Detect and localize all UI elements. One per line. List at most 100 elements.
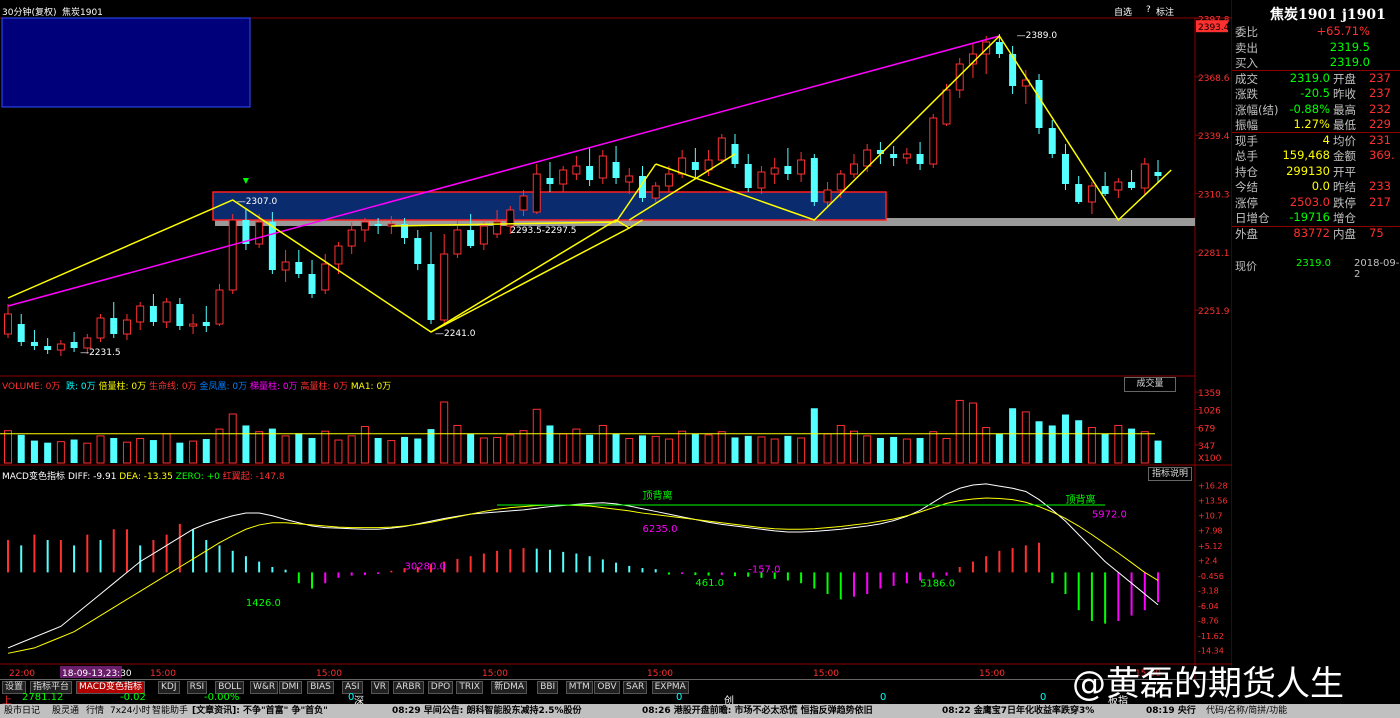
quote-value: 2319.0 — [1289, 70, 1330, 85]
quote-key: 涨停 — [1235, 195, 1258, 210]
quote-key: 成交 — [1235, 71, 1258, 86]
macd-legend-item-0: DIFF: -9.91 — [68, 472, 120, 482]
quote-value-2: 233 — [1369, 179, 1391, 193]
volume-bar — [70, 439, 78, 463]
macd-legend-item-1: DEA: -13.35 — [119, 472, 176, 482]
command-input-hint[interactable]: 代码/名称/简拼/功能 — [1206, 704, 1287, 718]
candle-body — [149, 306, 157, 322]
volume-bar — [17, 434, 25, 463]
volume-bar — [453, 424, 462, 464]
volume-bar — [757, 436, 766, 464]
macd-tick-label-0: +16.28 — [1198, 482, 1228, 491]
candle-body — [347, 229, 356, 247]
quote-key-2: 开平 — [1333, 164, 1356, 179]
quote-key: 总手 — [1235, 149, 1258, 163]
news-0[interactable]: [文章资讯]: 不争"首富" 争"首负" — [192, 704, 328, 718]
quote-row: 涨停 2503.0 跌停 217 — [1235, 195, 1400, 210]
macd-tick-label-7: -3.18 — [1198, 587, 1219, 596]
quote-value: -19716 — [1289, 210, 1330, 224]
indicator-help-button[interactable]: 指标说明 — [1148, 467, 1192, 481]
quote-key: 外盘 — [1235, 226, 1258, 241]
volume-switch-button[interactable]: 成交量 — [1124, 377, 1176, 392]
quote-row: 涨幅(结) -0.88% 最高 232 — [1235, 102, 1400, 117]
status-item-3[interactable]: 7x24小时 — [110, 704, 151, 718]
quote-key-2: 内盘 — [1333, 226, 1356, 241]
volume-bar — [1140, 431, 1149, 464]
volume-bar — [30, 440, 38, 463]
candle-body — [572, 165, 581, 175]
macd-tick-label-4: +5.12 — [1198, 542, 1223, 551]
news-1[interactable]: 08:29 早间公告: 朗科智能股东减持2.5%股份 — [392, 704, 581, 718]
volume-bar — [96, 435, 105, 464]
volume-bar — [1048, 425, 1056, 463]
candle-body — [942, 89, 951, 125]
volume-bar — [678, 430, 687, 464]
quote-value-2: 369. — [1369, 148, 1395, 162]
candle-body — [4, 313, 12, 335]
macd-legend-item-3: 红翼起: -147.8 — [222, 472, 285, 482]
macd-legend: DIFF: -9.91 DEA: -13.35 ZERO: +0 红翼起: -1… — [68, 469, 285, 482]
quote-key-2: 增仓 — [1333, 211, 1356, 225]
candle-body — [295, 262, 303, 274]
volume-bar — [982, 427, 991, 464]
candle-body — [849, 163, 858, 175]
candle-body — [651, 185, 660, 199]
volume-bar — [202, 439, 210, 463]
candle-body — [1128, 182, 1136, 188]
volume-bar — [1061, 414, 1069, 463]
candle-body — [836, 173, 845, 191]
status-item-4[interactable]: 智能助手 — [152, 704, 188, 718]
quote-row: 日增仓 -19716 增仓 — [1235, 210, 1400, 225]
quote-value: -0.88% — [1289, 101, 1330, 116]
candle-body — [612, 162, 620, 178]
candle-body — [757, 171, 766, 189]
quote-key: 持仓 — [1235, 164, 1258, 179]
quote-key-2: 最低 — [1333, 118, 1356, 132]
candle-body — [559, 169, 568, 185]
quote-value-2: 237 — [1369, 86, 1391, 100]
candle-body — [162, 301, 171, 323]
macd-tick-label-5: +2.4 — [1198, 556, 1217, 565]
candle-body — [17, 324, 25, 342]
status-item-1[interactable]: 股灵通 — [52, 704, 79, 718]
volume-bar — [228, 413, 237, 464]
volume-bar — [321, 430, 330, 464]
volume-bar — [797, 437, 806, 464]
news-4[interactable]: 08:19 央行 — [1146, 704, 1196, 718]
indicator-help-label: 指标说明 — [1151, 469, 1188, 479]
status-item-2[interactable]: 行情 — [86, 704, 104, 718]
annotation-2231: —2231.5 — [80, 348, 121, 358]
volume-bar — [493, 436, 502, 464]
status-item-0[interactable]: 股市日记 — [4, 704, 40, 718]
volume-bar — [308, 437, 316, 463]
volume-bar — [479, 437, 488, 464]
volume-bar — [334, 439, 343, 464]
macd-tick-label-2: +10.7 — [1198, 512, 1223, 521]
quote-row: 成交 2319.0 开盘 237 — [1235, 71, 1400, 86]
candle-body — [810, 158, 818, 202]
macd-tick-label-1: +13.56 — [1198, 496, 1228, 505]
news-2[interactable]: 08:26 港股开盘前瞻: 市场不必太恐慌 恒指反弹趋势依旧 — [642, 704, 873, 718]
candle-body — [678, 157, 687, 175]
candle-body — [691, 162, 699, 170]
macd-label-30280: 30280.0 — [405, 562, 446, 573]
index-bar: 上 2781.12 -0.02 -0.00% 0 深 0 创 0 0 板指 — [0, 692, 1232, 707]
quote-row: 今结 0.0 昨结 233 — [1235, 179, 1400, 194]
candle-body — [268, 222, 276, 270]
volume-bar — [810, 408, 818, 463]
candle-body — [519, 195, 528, 211]
candle-body — [916, 154, 924, 164]
volume-bar — [1009, 408, 1017, 463]
candle-body — [929, 117, 938, 165]
price-tick-label-5: 2251.9 — [1198, 307, 1230, 317]
volume-bar — [1021, 411, 1030, 464]
volume-bar — [784, 435, 792, 463]
volume-bar — [136, 437, 145, 464]
quote-key: 委比 — [1235, 25, 1258, 39]
volume-bar — [519, 430, 528, 464]
volume-bar — [1101, 433, 1109, 463]
candle-body — [228, 219, 237, 291]
news-3[interactable]: 08:22 金鹰宝7日年化收益率跌穿3% — [942, 704, 1094, 718]
candle-body — [1140, 163, 1149, 189]
volume-legend-item-3: 金凤凰: 0万 — [199, 382, 250, 392]
